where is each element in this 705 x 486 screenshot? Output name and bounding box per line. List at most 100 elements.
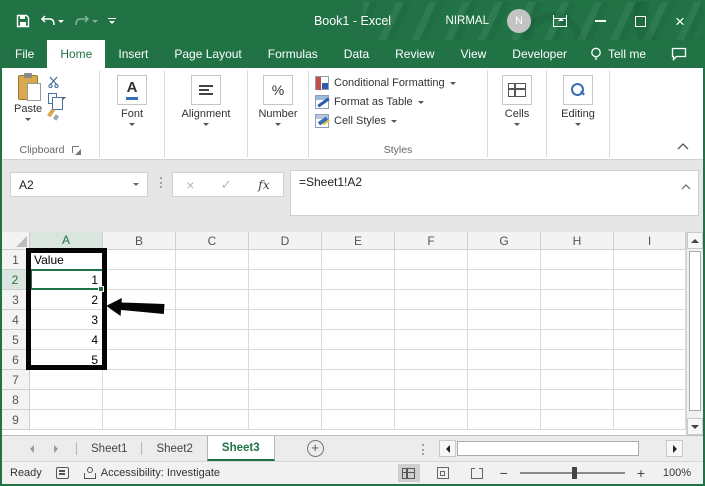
cell-a8[interactable] — [30, 390, 103, 410]
zoom-in-button[interactable]: + — [637, 465, 645, 481]
tab-home[interactable]: Home — [47, 40, 106, 68]
row-header-8[interactable]: 8 — [2, 390, 30, 410]
cell-g8[interactable] — [468, 390, 541, 410]
cell-f5[interactable] — [395, 330, 468, 350]
copy-button[interactable] — [48, 93, 67, 110]
accessibility-status[interactable]: Accessibility: Investigate — [83, 466, 220, 480]
cell-d8[interactable] — [249, 390, 322, 410]
alignment-dropdown-icon[interactable] — [202, 123, 209, 126]
cell-f9[interactable] — [395, 410, 468, 430]
cell-a9[interactable] — [30, 410, 103, 430]
cell-e3[interactable] — [322, 290, 395, 310]
zoom-slider[interactable] — [519, 467, 625, 479]
cell-i4[interactable] — [614, 310, 686, 330]
vertical-scrollbar[interactable] — [686, 232, 703, 435]
zoom-slider-handle[interactable] — [572, 467, 578, 479]
ribbon-display-options-button[interactable] — [549, 10, 571, 32]
cell-d5[interactable] — [249, 330, 322, 350]
comments-button[interactable] — [671, 40, 703, 68]
formula-bar-input[interactable]: =Sheet1!A2 — [290, 170, 699, 216]
cell-h9[interactable] — [541, 410, 614, 430]
cell-g5[interactable] — [468, 330, 541, 350]
macro-record-icon[interactable] — [55, 467, 69, 479]
view-normal-button[interactable] — [397, 464, 420, 482]
user-name[interactable]: NIRMAL — [446, 15, 489, 27]
minimize-button[interactable] — [589, 10, 611, 32]
cell-d6[interactable] — [249, 350, 322, 370]
vertical-scrollbar-thumb[interactable] — [689, 251, 701, 411]
new-sheet-button[interactable]: + — [306, 440, 324, 457]
cell-f1[interactable] — [395, 250, 468, 270]
close-button[interactable]: × — [669, 10, 691, 32]
cell-c8[interactable] — [176, 390, 249, 410]
font-group-button[interactable]: A Font — [111, 72, 153, 129]
zoom-level[interactable]: 100% — [657, 467, 691, 479]
cell-h4[interactable] — [541, 310, 614, 330]
collapse-ribbon-button[interactable] — [677, 141, 689, 153]
column-header-b[interactable]: B — [103, 232, 176, 250]
cell-e5[interactable] — [322, 330, 395, 350]
tab-data[interactable]: Data — [331, 40, 382, 68]
column-header-f[interactable]: F — [395, 232, 468, 250]
cell-e9[interactable] — [322, 410, 395, 430]
cut-button[interactable] — [48, 76, 66, 88]
cell-f4[interactable] — [395, 310, 468, 330]
cell-i5[interactable] — [614, 330, 686, 350]
clipboard-dialog-launcher-icon[interactable] — [72, 145, 82, 155]
sheet-nav-right-icon[interactable] — [54, 444, 58, 453]
sheet-tab-sheet3[interactable]: Sheet3 — [206, 436, 275, 461]
cell-i7[interactable] — [614, 370, 686, 390]
format-as-table-dropdown-icon[interactable] — [417, 100, 424, 104]
cell-g3[interactable] — [468, 290, 541, 310]
editing-group-button[interactable]: Editing — [555, 72, 601, 129]
avatar[interactable]: N — [507, 9, 531, 33]
row-header-7[interactable]: 7 — [2, 370, 30, 390]
cell-styles-button[interactable]: Cell Styles — [315, 114, 456, 128]
cell-g2[interactable] — [468, 270, 541, 290]
cell-e4[interactable] — [322, 310, 395, 330]
cell-i1[interactable] — [614, 250, 686, 270]
column-header-i[interactable]: I — [614, 232, 686, 250]
font-dropdown-icon[interactable] — [129, 123, 135, 126]
cell-g4[interactable] — [468, 310, 541, 330]
customize-qat-icon[interactable] — [108, 17, 116, 25]
cell-f2[interactable] — [395, 270, 468, 290]
cell-d4[interactable] — [249, 310, 322, 330]
cell-h1[interactable] — [541, 250, 614, 270]
cell-styles-dropdown-icon[interactable] — [390, 119, 397, 123]
cell-h7[interactable] — [541, 370, 614, 390]
cell-g9[interactable] — [468, 410, 541, 430]
cell-c5[interactable] — [176, 330, 249, 350]
tab-tell-me[interactable]: Tell me — [580, 40, 656, 68]
save-icon[interactable] — [16, 14, 30, 28]
cell-f7[interactable] — [395, 370, 468, 390]
name-box[interactable]: A2 — [10, 172, 148, 197]
tab-formulas[interactable]: Formulas — [255, 40, 331, 68]
column-header-h[interactable]: H — [541, 232, 614, 250]
cell-f3[interactable] — [395, 290, 468, 310]
column-header-d[interactable]: D — [249, 232, 322, 250]
cancel-icon[interactable]: × — [186, 177, 194, 193]
format-painter-button[interactable] — [48, 109, 66, 121]
tab-review[interactable]: Review — [382, 40, 447, 68]
cells-dropdown-icon[interactable] — [514, 123, 520, 126]
zoom-out-button[interactable]: − — [500, 465, 508, 481]
cell-h5[interactable] — [541, 330, 614, 350]
cell-e8[interactable] — [322, 390, 395, 410]
column-header-g[interactable]: G — [468, 232, 541, 250]
cell-d7[interactable] — [249, 370, 322, 390]
enter-icon[interactable]: ✓ — [221, 177, 232, 193]
number-dropdown-icon[interactable] — [275, 123, 281, 126]
cell-g7[interactable] — [468, 370, 541, 390]
fill-handle[interactable] — [98, 286, 104, 292]
cell-g6[interactable] — [468, 350, 541, 370]
cell-h8[interactable] — [541, 390, 614, 410]
undo-dropdown-icon[interactable] — [58, 19, 64, 23]
column-header-e[interactable]: E — [322, 232, 395, 250]
cell-d2[interactable] — [249, 270, 322, 290]
cell-b1[interactable] — [103, 250, 176, 270]
tab-page-layout[interactable]: Page Layout — [161, 40, 254, 68]
cell-c2[interactable] — [176, 270, 249, 290]
cell-b6[interactable] — [103, 350, 176, 370]
paste-dropdown-icon[interactable] — [25, 118, 32, 121]
